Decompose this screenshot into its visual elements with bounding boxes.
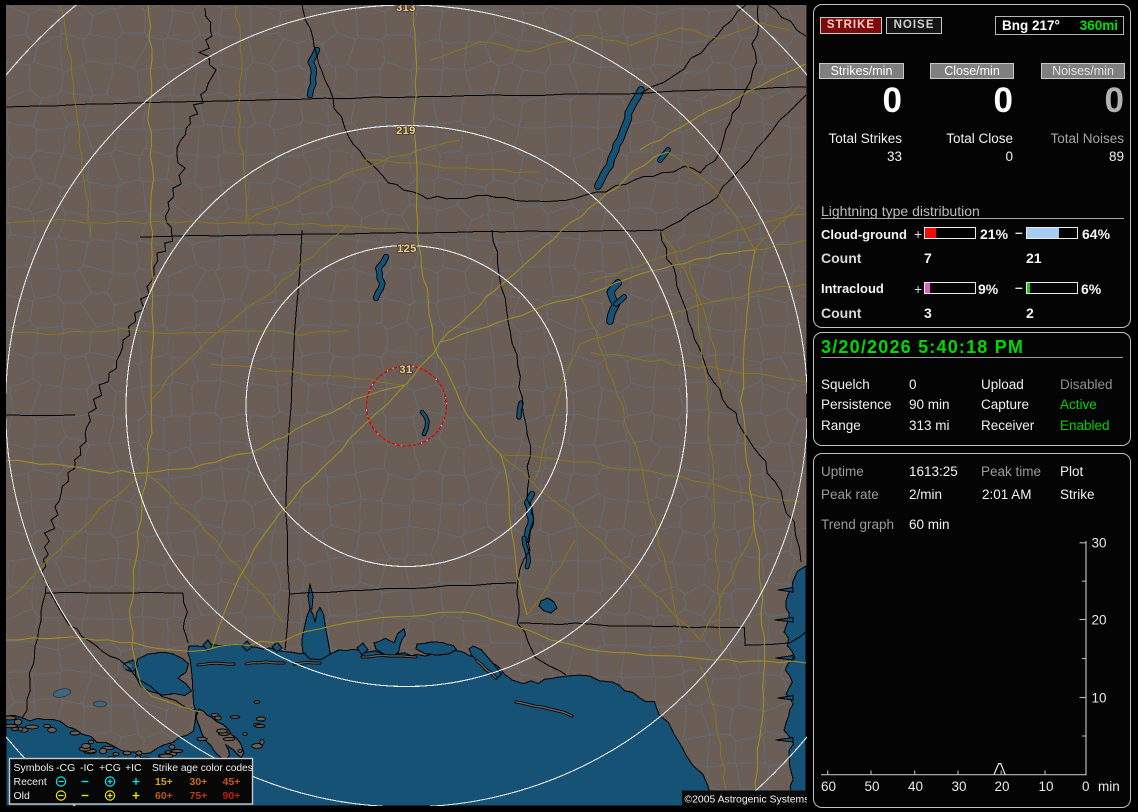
svg-text:©2005 Astrogenic Systems: ©2005 Astrogenic Systems <box>685 795 807 806</box>
svg-text:0: 0 <box>1082 779 1090 794</box>
svg-text:60+: 60+ <box>155 790 173 802</box>
svg-text:-IC: -IC <box>80 762 94 774</box>
svg-text:30: 30 <box>1092 536 1107 551</box>
svg-text:30: 30 <box>951 779 966 794</box>
svg-text:50: 50 <box>864 779 879 794</box>
svg-text:15+: 15+ <box>155 776 173 788</box>
svg-text:125: 125 <box>397 243 417 255</box>
svg-text:60: 60 <box>821 779 836 794</box>
svg-text:+CG: +CG <box>99 762 121 774</box>
svg-text:31: 31 <box>399 364 412 376</box>
svg-text:Symbols: Symbols <box>14 762 54 774</box>
svg-text:40: 40 <box>908 779 923 794</box>
svg-text:20: 20 <box>994 779 1009 794</box>
svg-text:min: min <box>1098 779 1120 794</box>
svg-text:75+: 75+ <box>190 790 208 802</box>
svg-text:10: 10 <box>1092 691 1107 706</box>
svg-text:Recent: Recent <box>14 776 47 788</box>
svg-text:219: 219 <box>396 125 416 137</box>
svg-text:20: 20 <box>1092 613 1107 628</box>
svg-text:90+: 90+ <box>223 790 241 802</box>
svg-text:+IC: +IC <box>125 762 142 774</box>
svg-text:-CG: -CG <box>56 762 75 774</box>
svg-text:10: 10 <box>1038 779 1053 794</box>
svg-text:313: 313 <box>396 5 416 14</box>
svg-text:45+: 45+ <box>223 776 241 788</box>
svg-text:Old: Old <box>14 790 31 802</box>
svg-text:Strike age color codes: Strike age color codes <box>152 763 253 774</box>
svg-text:30+: 30+ <box>190 776 208 788</box>
